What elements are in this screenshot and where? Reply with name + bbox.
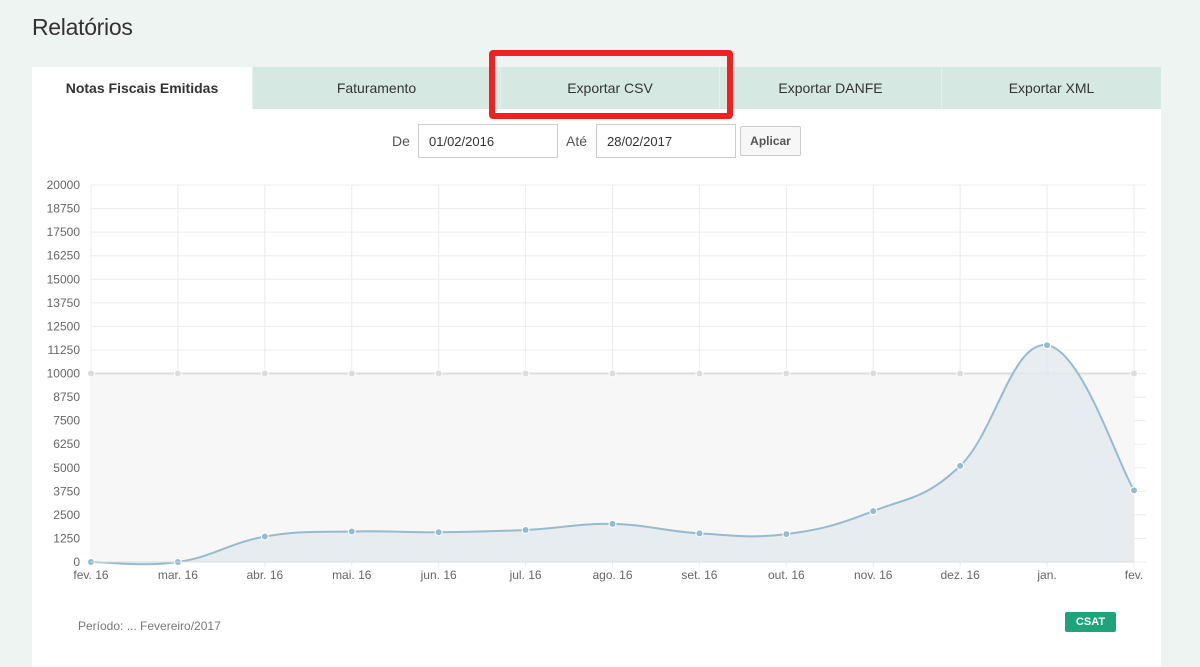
series-0-point <box>87 369 95 378</box>
x-tick-label: dez. 16 <box>940 568 980 582</box>
y-tick-label: 6250 <box>53 437 80 451</box>
y-tick-label: 7500 <box>53 414 80 428</box>
series-0-point <box>434 369 443 378</box>
x-tick-label: out. 16 <box>768 568 805 582</box>
y-tick-label: 17500 <box>47 225 81 239</box>
y-tick-label: 20000 <box>47 178 81 192</box>
series-0-point <box>869 369 878 378</box>
y-tick-label: 0 <box>73 555 80 569</box>
x-tick-label: set. 16 <box>681 568 717 582</box>
y-tick-label: 8750 <box>53 390 80 404</box>
series-0-point <box>260 369 269 378</box>
x-tick-label: fev. <box>1125 568 1143 582</box>
x-tick-label: mai. 16 <box>332 568 372 582</box>
y-tick-label: 5000 <box>53 461 80 475</box>
x-tick-label: jun. 16 <box>420 568 457 582</box>
y-tick-label: 13750 <box>47 296 81 310</box>
y-tick-label: 16250 <box>47 249 81 263</box>
series-1-point <box>521 525 530 534</box>
series-0-point <box>1130 369 1138 378</box>
y-tick-label: 18750 <box>47 202 81 216</box>
y-tick-label: 1250 <box>53 531 80 545</box>
y-tick-label: 15000 <box>47 272 81 286</box>
series-1-point <box>695 529 704 538</box>
y-tick-label: 12500 <box>47 319 81 333</box>
series-1-point <box>260 532 269 541</box>
x-tick-label: jan. <box>1036 568 1056 582</box>
x-tick-label: abr. 16 <box>246 568 283 582</box>
series-1-point <box>434 528 443 537</box>
series-0-point <box>347 369 356 378</box>
series-1-point <box>1130 486 1138 495</box>
series-1-point <box>347 527 356 536</box>
series-0-point <box>956 369 965 378</box>
series-0-point <box>608 369 617 378</box>
footer-text: Período: ... Fevereiro/2017 <box>78 619 221 633</box>
x-tick-label: fev. 16 <box>73 568 108 582</box>
series-0-point <box>521 369 530 378</box>
x-tick-label: jul. 16 <box>509 568 542 582</box>
footer-button[interactable]: CSAT <box>1065 612 1116 632</box>
series-1-point <box>608 519 617 528</box>
y-tick-label: 2500 <box>53 508 80 522</box>
series-0-point <box>173 369 182 378</box>
sales-chart: 0 1250 2500 3750 5000 6250 7500 8750 10000 11250 1… <box>47 178 1146 582</box>
y-tick-label: 3750 <box>53 484 80 498</box>
series-0-point <box>695 369 704 378</box>
y-tick-label: 10000 <box>47 367 81 381</box>
series-1-point <box>782 530 791 539</box>
series-1-point <box>956 461 965 470</box>
x-tick-label: nov. 16 <box>854 568 893 582</box>
series-0-point <box>782 369 791 378</box>
x-tick-label: ago. 16 <box>592 568 632 582</box>
series-1-point <box>869 507 878 516</box>
y-tick-label: 11250 <box>48 343 81 357</box>
series-1-point <box>1043 341 1052 350</box>
x-tick-label: mar. 16 <box>158 568 198 582</box>
